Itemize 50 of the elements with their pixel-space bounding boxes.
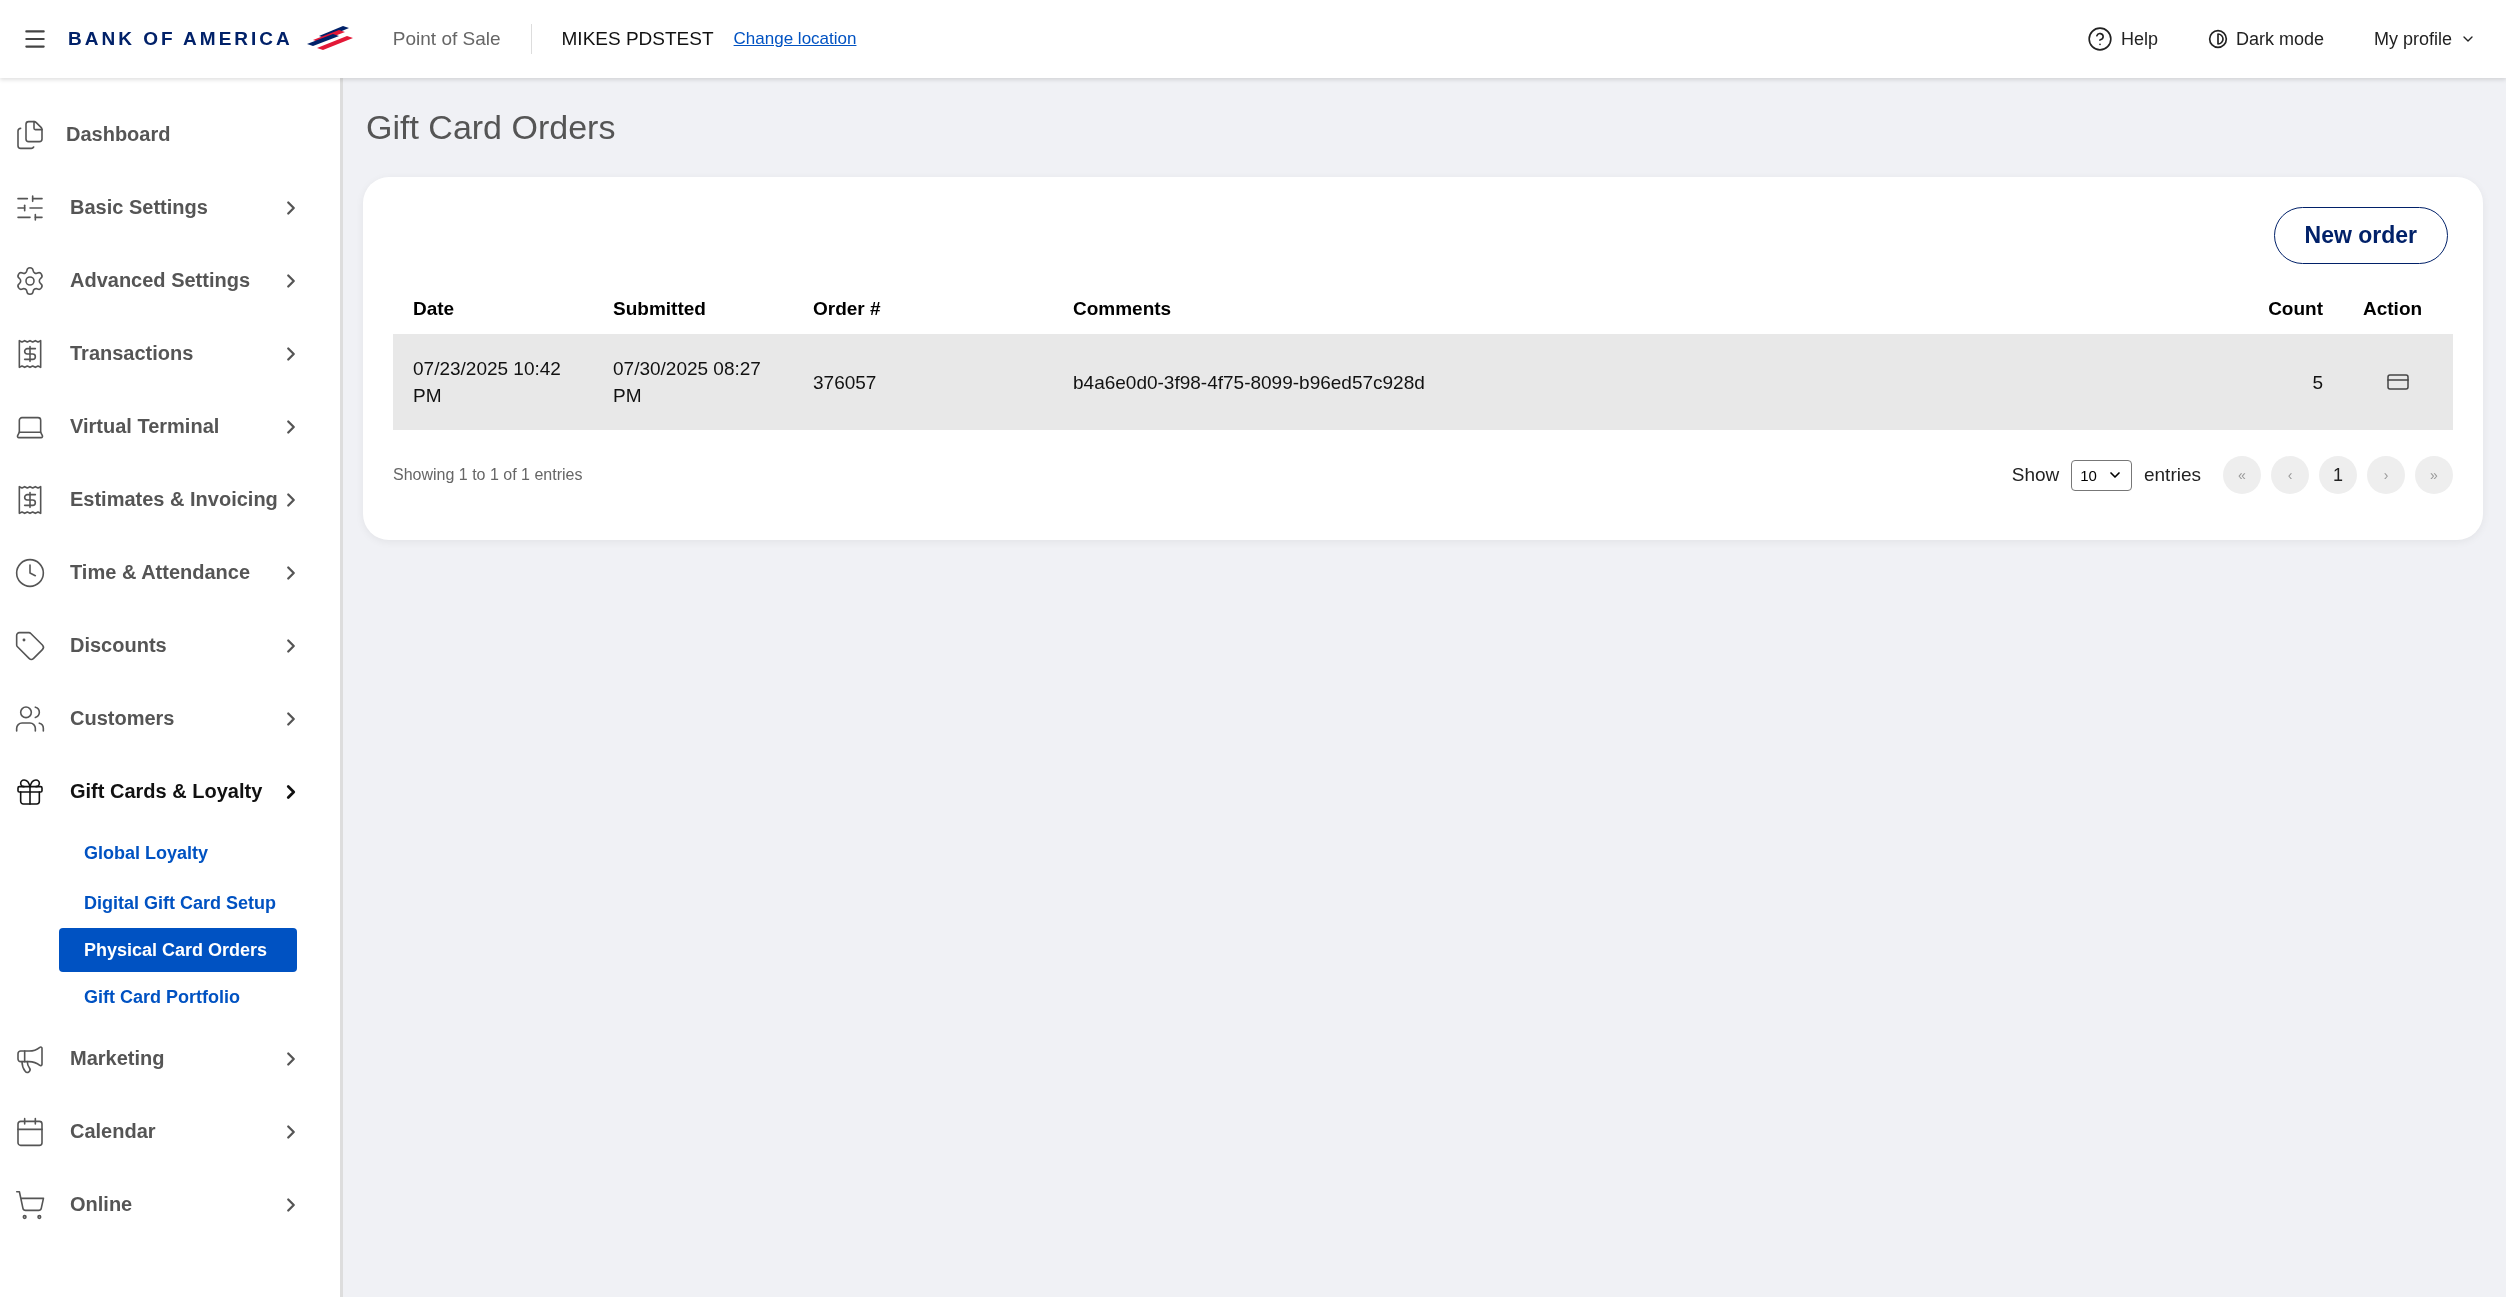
app-name: Point of Sale	[392, 24, 532, 54]
sidebar-item[interactable]: Estimates & Invoicing	[0, 463, 340, 536]
column-header: Submitted	[593, 284, 793, 334]
change-location-link[interactable]: Change location	[733, 29, 857, 49]
column-header: Count	[2223, 284, 2343, 334]
sidebar-item[interactable]: Virtual Terminal	[0, 390, 340, 463]
contrast-icon	[2207, 29, 2228, 49]
column-header: Comments	[1053, 284, 2223, 334]
sidebar-subitem[interactable]: Digital Gift Card Setup	[59, 878, 297, 928]
sidebar-item[interactable]: Dashboard	[0, 98, 340, 171]
tag-icon	[14, 629, 46, 662]
page-title: Gift Card Orders	[366, 108, 617, 147]
sidebar-subitem[interactable]: Global Loyalty	[59, 828, 297, 878]
sidebar-subitem[interactable]: Physical Card Orders	[59, 928, 297, 972]
cart-icon	[14, 1188, 46, 1221]
sidebar-item[interactable]: Transactions	[0, 317, 340, 390]
help-icon	[2086, 26, 2113, 52]
dark-mode-button[interactable]: Dark mode	[2207, 28, 2324, 50]
sidebar-item[interactable]: Discounts	[0, 609, 340, 682]
table-cell: 07/23/2025 10:42 PM	[393, 334, 593, 430]
gear-icon	[14, 264, 46, 297]
sidebar-item[interactable]: Time & Attendance	[0, 536, 340, 609]
sidebar-item[interactable]: Online	[0, 1168, 340, 1241]
sidebar-item[interactable]: Gift Cards & Loyalty	[0, 755, 340, 828]
clock-icon	[14, 556, 46, 589]
location-name: MIKES PDSTEST	[561, 28, 714, 50]
column-header: Order #	[793, 284, 1053, 334]
profile-menu[interactable]: My profile	[2373, 28, 2476, 50]
sidebar-subitem[interactable]: Gift Card Portfolio	[59, 972, 297, 1022]
table-cell: b4a6e0d0-3f98-4f75-8099-b96ed57c928d	[1053, 334, 2223, 430]
entries-label: entries	[2143, 464, 2201, 486]
column-header: Date	[393, 284, 593, 334]
sidebar-item[interactable]: Basic Settings	[0, 171, 340, 244]
sidebar-item[interactable]: Advanced Settings	[0, 244, 340, 317]
show-label: Show	[2011, 464, 2060, 486]
sidebar-item[interactable]: Marketing	[0, 1022, 340, 1095]
calendar-icon	[14, 1115, 46, 1148]
pagination-button[interactable]: 1	[2319, 456, 2357, 494]
logo-text: BANK OF AMERICA	[68, 28, 293, 50]
sidebar-item[interactable]: Customers	[0, 682, 340, 755]
table-cell: 376057	[793, 334, 1053, 430]
table-cell: 07/30/2025 08:27 PM	[593, 334, 793, 430]
page-size-select[interactable]: 10	[2071, 459, 2132, 491]
table-cell: 5	[2223, 334, 2343, 430]
documents-icon	[14, 118, 46, 151]
new-order-button[interactable]: New order	[2273, 207, 2448, 264]
help-button[interactable]: Help	[2086, 26, 2158, 52]
column-header: Action	[2343, 284, 2453, 334]
sidebar-item[interactable]: Calendar	[0, 1095, 340, 1168]
entries-info: Showing 1 to 1 of 1 entries	[393, 466, 583, 484]
